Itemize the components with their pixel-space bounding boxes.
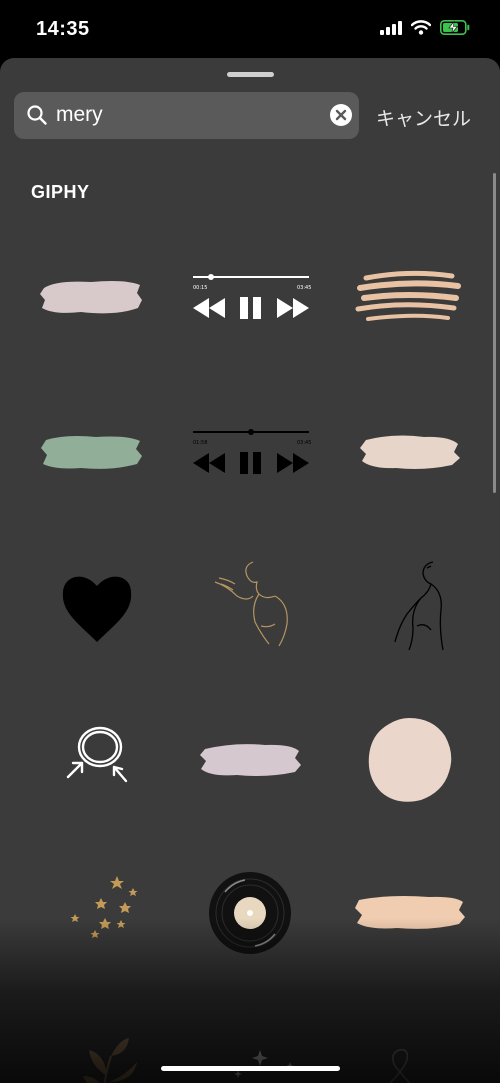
cellular-signal-icon [380, 20, 402, 35]
scrollbar[interactable] [493, 173, 496, 493]
cancel-button[interactable]: キャンセル [376, 104, 471, 131]
close-icon [335, 109, 347, 121]
sticker-sparkles[interactable] [175, 1016, 325, 1083]
sticker-black-heart[interactable] [22, 546, 172, 666]
svg-text:00:15: 00:15 [193, 285, 207, 291]
sticker-vinyl-record[interactable] [175, 853, 325, 973]
clear-search-button[interactable] [330, 104, 352, 126]
search-input[interactable]: mery [56, 103, 103, 127]
sticker-pink-brush-stroke[interactable] [16, 238, 166, 358]
status-bar: 14:35 [0, 0, 500, 58]
sticker-line-art-woman-kiss[interactable] [175, 546, 325, 666]
svg-text:01:58: 01:58 [193, 440, 207, 446]
status-time: 14:35 [36, 18, 90, 40]
home-indicator[interactable] [161, 1066, 340, 1071]
sticker-beige-brush-stroke[interactable] [334, 393, 484, 513]
sticker-lavender-brush-stroke[interactable] [175, 700, 325, 820]
status-icons [380, 20, 470, 35]
svg-text:03:45: 03:45 [297, 285, 311, 291]
sticker-peach-brush-stroke[interactable] [334, 853, 484, 973]
sticker-circle-with-arrows[interactable] [22, 700, 172, 820]
sticker-search-sheet: mery キャンセル GIPHY 00:15 03:45 01:58 03:45 [0, 58, 500, 1083]
sticker-peach-scribble-stroke[interactable] [334, 238, 484, 358]
sticker-gold-stars[interactable] [22, 853, 172, 973]
section-title-giphy: GIPHY [31, 182, 90, 202]
sticker-music-player-white[interactable]: 00:15 03:45 [175, 238, 325, 358]
sticker-music-player-black[interactable]: 01:58 03:45 [175, 393, 325, 513]
sticker-green-brush-stroke[interactable] [16, 393, 166, 513]
sticker-beige-circle-blob[interactable] [334, 700, 484, 820]
search-field[interactable]: mery [14, 92, 359, 139]
sticker-line-art-woman-profile[interactable] [334, 546, 484, 666]
battery-charging-icon [440, 20, 470, 35]
sticker-leaf-branch[interactable] [22, 1016, 172, 1083]
sticker-ampersand-line[interactable] [334, 1016, 484, 1083]
wifi-icon [411, 20, 431, 35]
search-icon [27, 105, 47, 125]
sheet-grabber[interactable] [227, 72, 274, 77]
svg-text:03:45: 03:45 [297, 440, 311, 446]
